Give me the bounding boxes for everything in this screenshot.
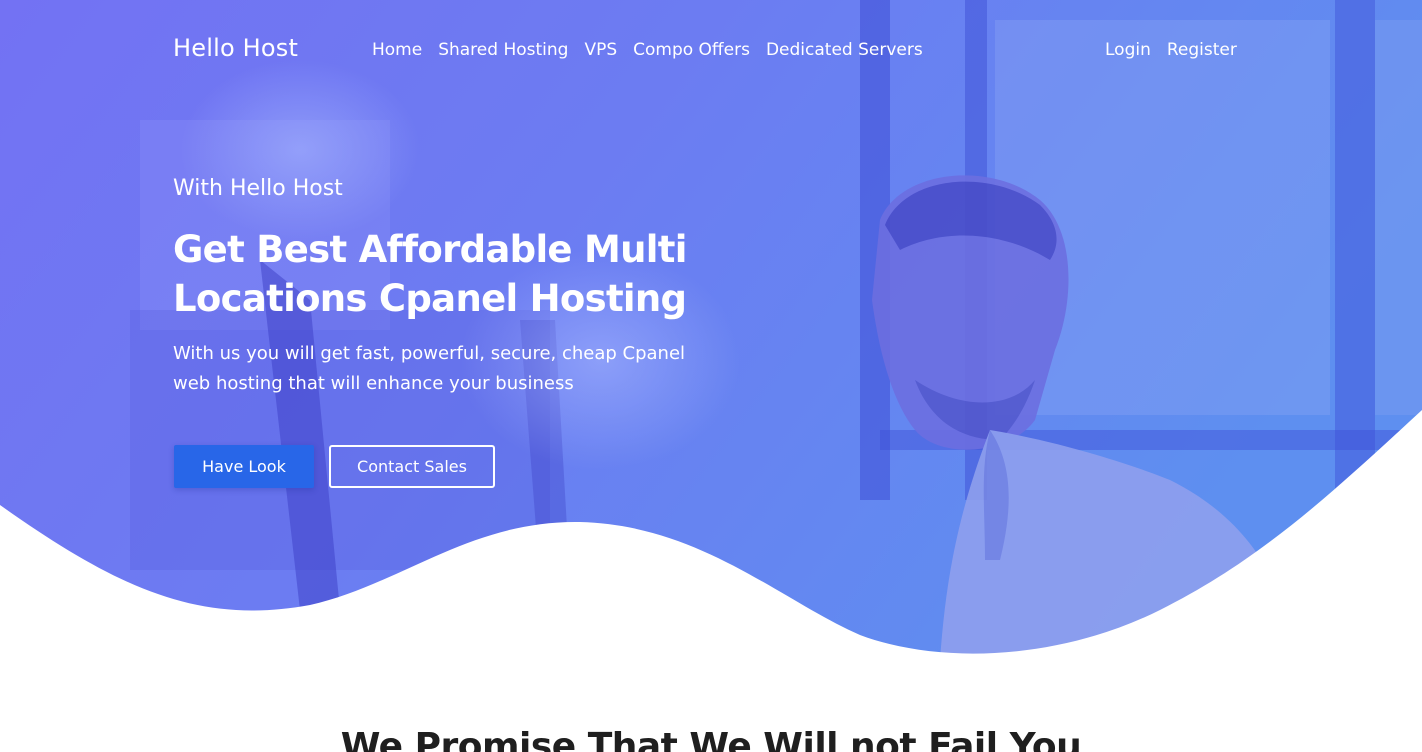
register-link[interactable]: Register: [1167, 40, 1237, 60]
login-link[interactable]: Login: [1105, 40, 1151, 60]
nav-link-shared-hosting[interactable]: Shared Hosting: [438, 40, 568, 60]
hero-section: Hello Host Home Shared Hosting VPS Compo…: [0, 0, 1422, 660]
top-navbar: Hello Host Home Shared Hosting VPS Compo…: [0, 0, 1422, 104]
primary-nav: Home Shared Hosting VPS Compo Offers Ded…: [372, 40, 923, 60]
nav-link-vps[interactable]: VPS: [584, 40, 617, 60]
section-title: We Promise That We Will not Fail You: [340, 726, 1082, 752]
nav-link-dedicated-servers[interactable]: Dedicated Servers: [766, 40, 923, 60]
auth-nav: Login Register: [1105, 40, 1237, 60]
nav-link-compo-offers[interactable]: Compo Offers: [633, 40, 750, 60]
contact-sales-button[interactable]: Contact Sales: [329, 445, 495, 488]
have-look-button[interactable]: Have Look: [174, 445, 314, 488]
hero-headline: Get Best Affordable Multi Locations Cpan…: [173, 228, 687, 320]
nav-link-home[interactable]: Home: [372, 40, 422, 60]
landing-page: Hello Host Home Shared Hosting VPS Compo…: [0, 0, 1422, 752]
brand-logo[interactable]: Hello Host: [173, 34, 298, 62]
hero-subtext: With us you will get fast, powerful, sec…: [173, 343, 686, 394]
hero-eyebrow: With Hello Host: [173, 176, 343, 201]
